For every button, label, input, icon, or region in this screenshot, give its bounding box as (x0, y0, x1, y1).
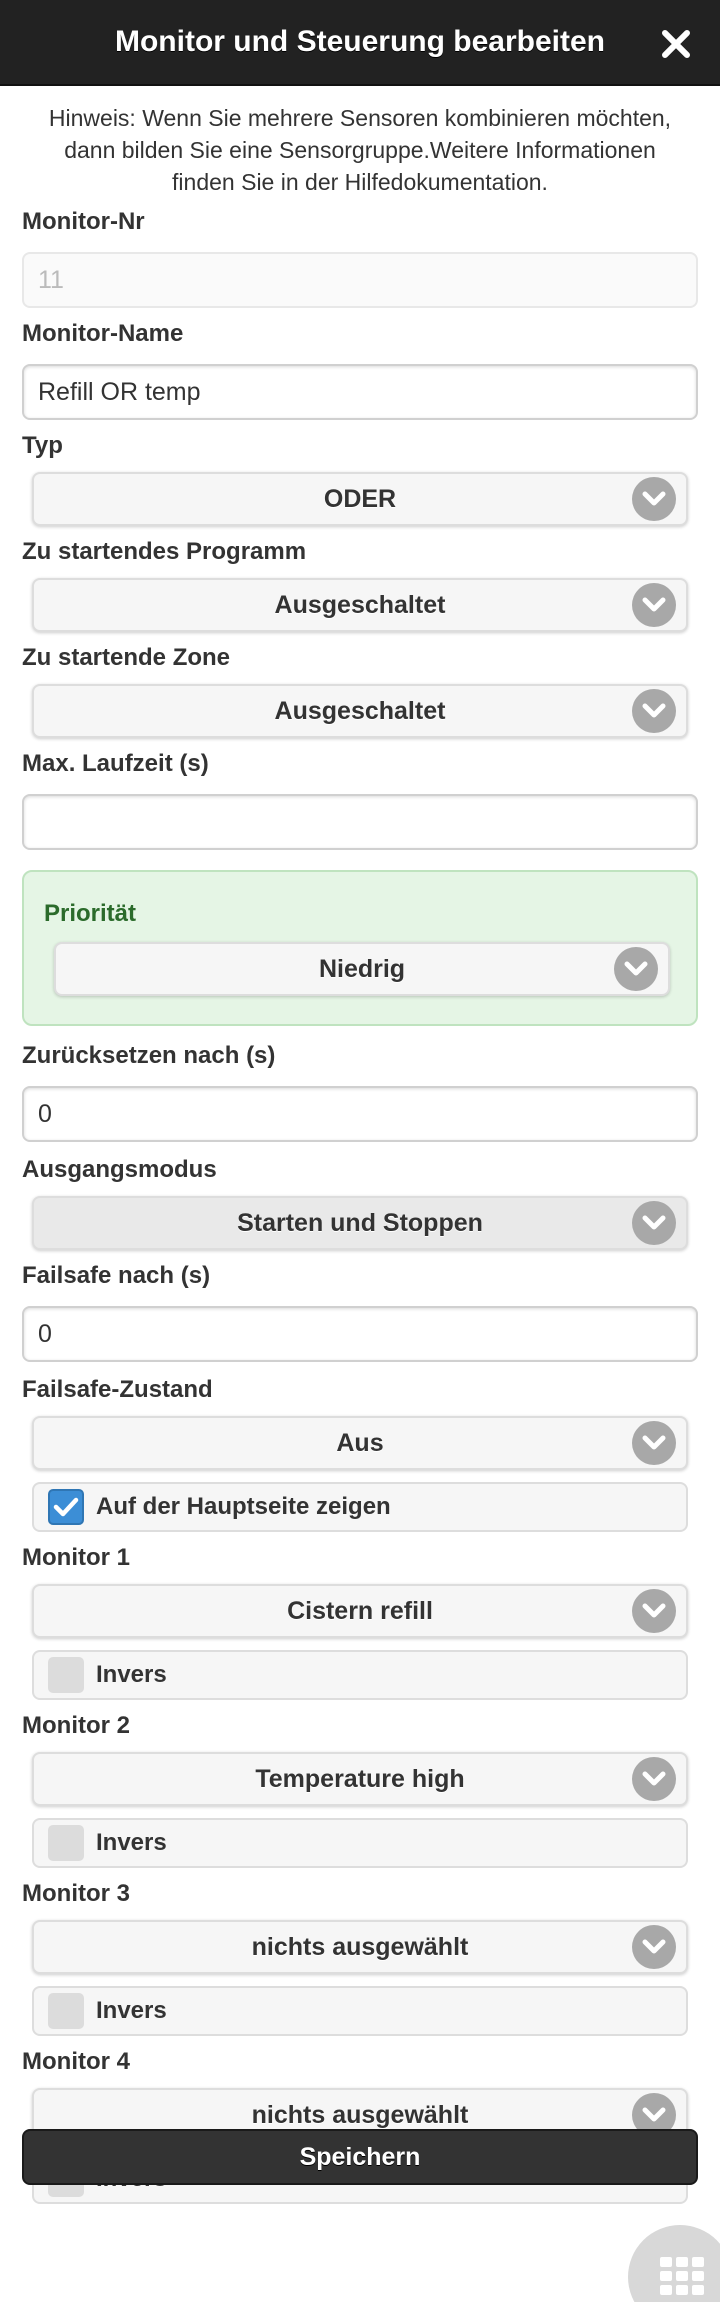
show-main-checkbox[interactable]: Auf der Hauptseite zeigen (32, 1482, 688, 1532)
program-select[interactable]: Ausgeschaltet (32, 578, 688, 632)
chevron-down-icon (632, 1201, 676, 1245)
typ-label: Typ (22, 432, 63, 459)
output-mode-value: Starten und Stoppen (237, 1208, 483, 1237)
program-value: Ausgeschaltet (274, 590, 446, 619)
close-icon (662, 30, 690, 58)
monitor-3-value: nichts ausgewählt (251, 1932, 469, 1961)
monitor-3-invert-label: Invers (96, 1997, 167, 2024)
monitor-1-invert-checkbox[interactable]: Invers (32, 1650, 688, 1700)
dialog-header: Monitor und Steuerung bearbeiten (0, 0, 720, 86)
typ-value: ODER (323, 484, 397, 513)
monitor-4-label: Monitor 4 (22, 2048, 130, 2075)
failsafe-state-select[interactable]: Aus (32, 1416, 688, 1470)
grid-icon (660, 2257, 704, 2295)
monitor-4-value: nichts ausgewählt (251, 2100, 469, 2129)
zone-label: Zu startende Zone (22, 644, 231, 671)
monitor-3-invert-checkbox[interactable]: Invers (32, 1986, 688, 2036)
monitor-nr-label: Monitor-Nr (22, 208, 145, 235)
save-button[interactable]: Speichern (22, 2129, 698, 2185)
chevron-down-icon (632, 689, 676, 733)
priority-label: Priorität (44, 900, 137, 927)
monitor-1-label: Monitor 1 (22, 1544, 130, 1571)
checkbox-unchecked-icon (48, 1657, 84, 1693)
reset-after-input[interactable] (22, 1086, 698, 1142)
zone-select[interactable]: Ausgeschaltet (32, 684, 688, 738)
failsafe-state-value: Aus (336, 1428, 384, 1457)
show-main-label: Auf der Hauptseite zeigen (96, 1493, 391, 1520)
monitor-1-value: Cistern refill (287, 1596, 433, 1625)
close-button[interactable] (654, 22, 698, 66)
checkbox-unchecked-icon (48, 1825, 84, 1861)
max-runtime-input[interactable] (22, 794, 698, 850)
monitor-3-select[interactable]: nichts ausgewählt (32, 1920, 688, 1974)
zone-value: Ausgeschaltet (274, 696, 446, 725)
hint-text: Hinweis: Wenn Sie mehrere Sensoren kombi… (48, 105, 672, 195)
monitor-nr-input (22, 252, 698, 308)
reset-after-label: Zurücksetzen nach (s) (22, 1042, 276, 1069)
typ-select[interactable]: ODER (32, 472, 688, 526)
chevron-down-icon (614, 947, 658, 991)
chevron-down-icon (632, 1925, 676, 1969)
output-mode-select[interactable]: Starten und Stoppen (32, 1196, 688, 1250)
dialog-title: Monitor und Steuerung bearbeiten (114, 25, 605, 58)
priority-select[interactable]: Niedrig (54, 942, 670, 996)
monitor-1-select[interactable]: Cistern refill (32, 1584, 688, 1638)
monitor-2-invert-checkbox[interactable]: Invers (32, 1818, 688, 1868)
priority-value: Niedrig (318, 954, 406, 983)
app-grid-button[interactable] (628, 2225, 720, 2302)
failsafe-after-label: Failsafe nach (s) (22, 1262, 211, 1289)
chevron-down-icon (632, 583, 676, 627)
program-label: Zu startendes Programm (22, 538, 307, 565)
chevron-down-icon (632, 1589, 676, 1633)
chevron-down-icon (632, 477, 676, 521)
monitor-2-value: Temperature high (255, 1764, 465, 1793)
monitor-2-invert-label: Invers (96, 1829, 167, 1856)
monitor-2-select[interactable]: Temperature high (32, 1752, 688, 1806)
failsafe-after-input[interactable] (22, 1306, 698, 1362)
priority-panel: Priorität Niedrig (22, 870, 698, 1026)
checkbox-unchecked-icon (48, 1993, 84, 2029)
monitor-2-label: Monitor 2 (22, 1712, 130, 1739)
max-runtime-label: Max. Laufzeit (s) (22, 750, 209, 777)
monitor-name-input[interactable] (22, 364, 698, 420)
monitor-3-label: Monitor 3 (22, 1880, 130, 1907)
chevron-down-icon (632, 1757, 676, 1801)
failsafe-state-label: Failsafe-Zustand (22, 1376, 213, 1403)
checkbox-checked-icon (48, 1489, 84, 1525)
monitor-name-label: Monitor-Name (22, 320, 184, 347)
chevron-down-icon (632, 1421, 676, 1465)
output-mode-label: Ausgangsmodus (22, 1156, 217, 1183)
monitor-1-invert-label: Invers (96, 1661, 167, 1688)
